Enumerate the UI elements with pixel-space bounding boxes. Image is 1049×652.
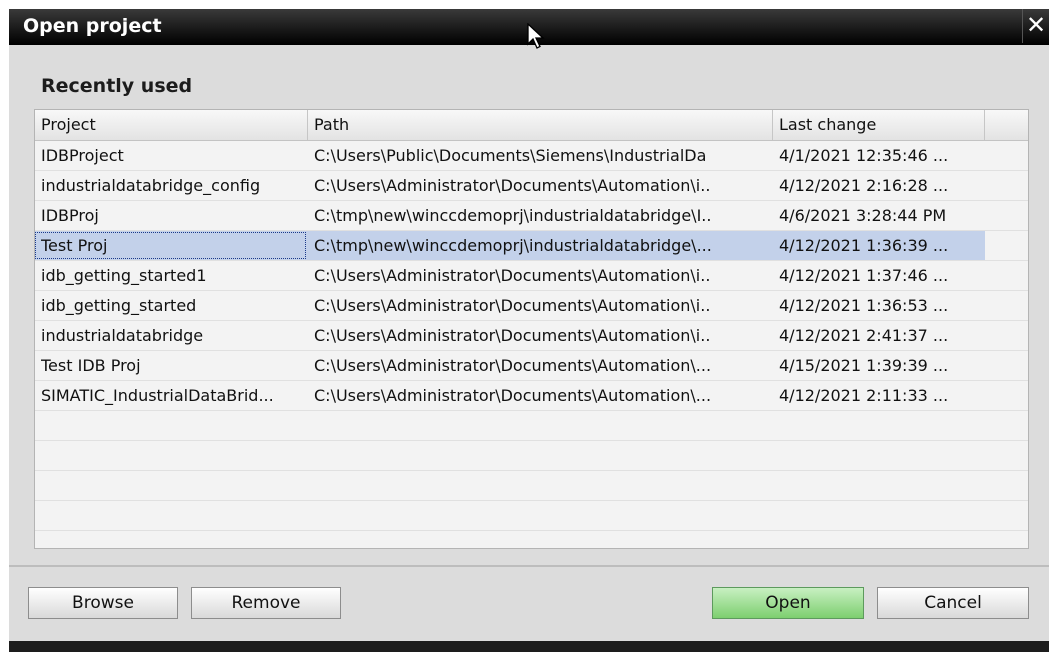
project-path-cell: C:\Users\Public\Documents\Siemens\Indust… (314, 146, 707, 165)
table-row-selected[interactable]: Test Proj C:\tmp\new\winccdemoprj\indust… (35, 231, 1028, 261)
remove-button[interactable]: Remove (191, 587, 341, 619)
project-name-cell: IDBProject (41, 146, 124, 165)
footer-divider (9, 565, 1049, 567)
column-header-filler (985, 110, 1028, 140)
table-row[interactable]: idb_getting_started C:\Users\Administrat… (35, 291, 1028, 321)
empty-row (35, 501, 1028, 531)
project-name-cell: Test Proj (41, 236, 108, 255)
project-name-cell: idb_getting_started (41, 296, 197, 315)
project-path-cell: C:\tmp\new\winccdemoprj\industrialdatabr… (314, 236, 712, 255)
recent-projects-table[interactable]: Project Path Last change IDBProject C:\U… (34, 109, 1029, 549)
project-path-cell: C:\Users\Administrator\Documents\Automat… (314, 176, 711, 195)
project-path-cell: C:\tmp\new\winccdemoprj\industrialdatabr… (314, 206, 712, 225)
open-project-dialog: Open project ✕ Recently used Project Pat… (9, 9, 1049, 652)
table-row[interactable]: IDBProj C:\tmp\new\winccdemoprj\industri… (35, 201, 1028, 231)
column-header-last-change[interactable]: Last change (773, 110, 985, 140)
table-row[interactable]: industrialdatabridge_config C:\Users\Adm… (35, 171, 1028, 201)
project-path-cell: C:\Users\Administrator\Documents\Automat… (314, 296, 711, 315)
cancel-button[interactable]: Cancel (877, 587, 1029, 619)
last-change-cell: 4/12/2021 1:37:46 ... (779, 266, 949, 285)
project-name-cell: idb_getting_started1 (41, 266, 207, 285)
project-path-cell: C:\Users\Administrator\Documents\Automat… (314, 266, 711, 285)
table-header: Project Path Last change (35, 110, 1028, 141)
close-button[interactable]: ✕ (1022, 9, 1049, 43)
table-row[interactable]: idb_getting_started1 C:\Users\Administra… (35, 261, 1028, 291)
section-title: Recently used (41, 75, 193, 97)
dialog-title: Open project (23, 15, 162, 37)
last-change-cell: 4/15/2021 1:39:39 ... (779, 356, 949, 375)
last-change-cell: 4/6/2021 3:28:44 PM (779, 206, 947, 225)
bottom-edge (9, 641, 1049, 652)
column-header-path[interactable]: Path (308, 110, 773, 140)
table-row[interactable]: IDBProject C:\Users\Public\Documents\Sie… (35, 141, 1028, 171)
last-change-cell: 4/12/2021 2:11:33 ... (779, 386, 949, 405)
table-row[interactable]: Test IDB Proj C:\Users\Administrator\Doc… (35, 351, 1028, 381)
last-change-cell: 4/12/2021 2:41:37 ... (779, 326, 949, 345)
project-name-cell: Test IDB Proj (41, 356, 141, 375)
browse-button[interactable]: Browse (28, 587, 178, 619)
open-button[interactable]: Open (712, 587, 864, 619)
project-name-cell: IDBProj (41, 206, 99, 225)
table-row[interactable]: industrialdatabridge C:\Users\Administra… (35, 321, 1028, 351)
project-path-cell: C:\Users\Administrator\Documents\Automat… (314, 326, 711, 345)
table-row[interactable]: SIMATIC_IndustrialDataBrid... C:\Users\A… (35, 381, 1028, 411)
project-name-cell: industrialdatabridge_config (41, 176, 261, 195)
empty-row (35, 441, 1028, 471)
column-header-project[interactable]: Project (35, 110, 308, 140)
project-path-cell: C:\Users\Administrator\Documents\Automat… (314, 356, 712, 375)
project-path-cell: C:\Users\Administrator\Documents\Automat… (314, 386, 712, 405)
empty-row (35, 471, 1028, 501)
project-name-cell: SIMATIC_IndustrialDataBrid... (41, 386, 274, 405)
last-change-cell: 4/12/2021 2:16:28 ... (779, 176, 949, 195)
empty-row (35, 411, 1028, 441)
close-icon: ✕ (1025, 11, 1047, 39)
last-change-cell: 4/1/2021 12:35:46 ... (779, 146, 949, 165)
last-change-cell: 4/12/2021 1:36:53 ... (779, 296, 949, 315)
last-change-cell: 4/12/2021 1:36:39 ... (779, 236, 949, 255)
mouse-cursor-icon (527, 23, 545, 49)
project-name-cell: industrialdatabridge (41, 326, 204, 345)
